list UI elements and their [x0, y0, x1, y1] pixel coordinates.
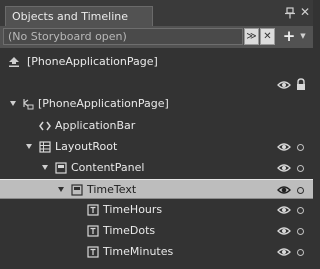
storyboard-field[interactable]: (No Storyboard open)	[3, 28, 243, 45]
tree-item-timedots[interactable]: TimeDots	[0, 221, 313, 241]
pin-icon[interactable]	[284, 7, 296, 19]
storyboard-dropdown-button[interactable]: ≫	[244, 28, 259, 45]
code-brackets-icon	[39, 120, 51, 132]
tree-item-label: TimeHours	[103, 203, 163, 216]
lock-toggle-icon[interactable]	[297, 249, 304, 256]
column-header-row	[0, 75, 313, 95]
visibility-eye-icon[interactable]	[277, 246, 291, 258]
lock-toggle-icon[interactable]	[297, 187, 304, 194]
lock-toggle-icon[interactable]	[297, 144, 304, 151]
tree-item-label: ContentPanel	[71, 161, 145, 174]
expand-triangle-icon[interactable]	[10, 101, 16, 106]
tree-item-label: LayoutRoot	[55, 140, 118, 153]
expand-triangle-icon[interactable]	[26, 144, 32, 149]
lock-toggle-icon[interactable]	[297, 207, 304, 214]
tree-root-label: [PhoneApplicationPage]	[38, 97, 169, 110]
expand-triangle-icon[interactable]	[42, 165, 48, 170]
lock-toggle-icon[interactable]	[297, 228, 304, 235]
tree-item-label: TimeDots	[103, 224, 156, 237]
tree-item-label: TimeMinutes	[103, 245, 174, 258]
close-panel-icon[interactable]: ✕	[299, 5, 311, 19]
expand-triangle-icon[interactable]	[58, 187, 64, 192]
tree-item-timetext[interactable]: TimeText	[0, 179, 313, 199]
stackpanel-icon	[55, 162, 67, 174]
scope-label: [PhoneApplicationPage]	[27, 55, 158, 68]
panel-tab[interactable]: Objects and Timeline	[5, 6, 153, 26]
tree-item-timeminutes[interactable]: TimeMinutes	[0, 242, 313, 262]
tree-item-applicationbar[interactable]: ApplicationBar	[0, 116, 313, 136]
visibility-eye-icon[interactable]	[277, 141, 291, 153]
textblock-icon	[87, 246, 99, 258]
textblock-icon	[87, 204, 99, 216]
tree-item-contentpanel[interactable]: ContentPanel	[0, 158, 313, 178]
new-storyboard-button[interactable]: +	[281, 27, 297, 45]
scope-row[interactable]: [PhoneApplicationPage]	[0, 52, 313, 72]
grid-icon	[39, 141, 51, 153]
visibility-eye-icon[interactable]	[277, 225, 291, 237]
page-icon	[22, 98, 34, 110]
visibility-eye-icon[interactable]	[277, 184, 291, 196]
tree-item-layoutroot[interactable]: LayoutRoot	[0, 137, 313, 157]
textblock-icon	[87, 225, 99, 237]
new-storyboard-dropdown-icon[interactable]: ▼	[297, 27, 309, 45]
show-all-eye-icon[interactable]	[277, 79, 291, 91]
panel-title: Objects and Timeline	[12, 10, 129, 23]
scope-up-icon[interactable]	[8, 56, 20, 68]
tree-item-label: ApplicationBar	[55, 119, 136, 132]
tree-root-row[interactable]: [PhoneApplicationPage]	[0, 94, 313, 114]
storyboard-value: (No Storyboard open)	[8, 30, 127, 43]
close-storyboard-button[interactable]: ✕	[260, 28, 275, 45]
lock-all-icon[interactable]	[295, 78, 307, 91]
visibility-eye-icon[interactable]	[277, 162, 291, 174]
visibility-eye-icon[interactable]	[277, 204, 291, 216]
tree-item-timehours[interactable]: TimeHours	[0, 200, 313, 220]
tree-item-label: TimeText	[87, 183, 137, 196]
stackpanel-icon	[71, 184, 83, 196]
lock-toggle-icon[interactable]	[297, 165, 304, 172]
